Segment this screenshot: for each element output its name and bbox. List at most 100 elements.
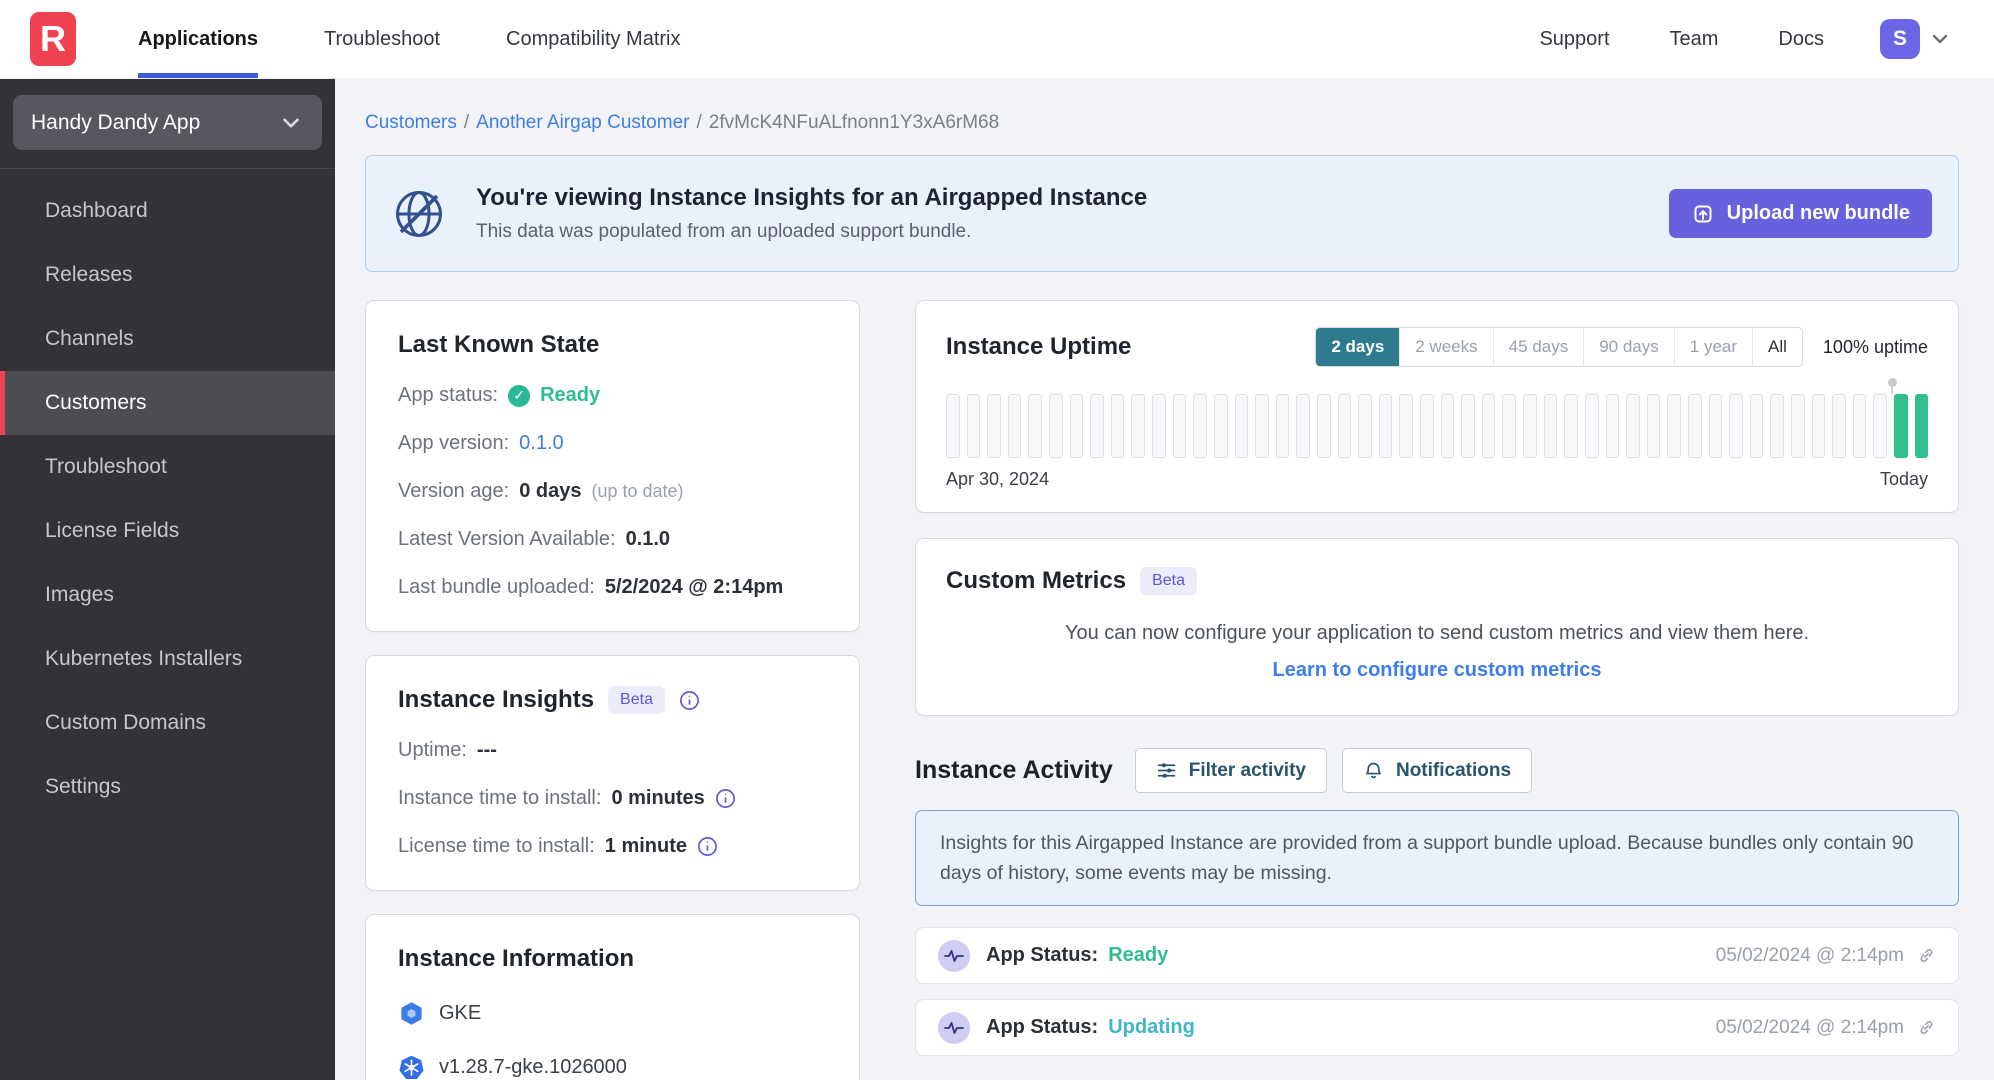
pulse-icon xyxy=(938,939,970,972)
uptime-bar xyxy=(1461,394,1475,458)
uptime-bar xyxy=(1440,394,1455,458)
sidebar-item-settings[interactable]: Settings xyxy=(0,755,335,819)
kubernetes-icon xyxy=(399,1055,424,1079)
instance-activity-header: Instance Activity Filter activity Notifi… xyxy=(915,748,1959,793)
uptime-bars xyxy=(946,378,1929,458)
sidebar-item-license-fields[interactable]: License Fields xyxy=(0,499,335,563)
app-version-link[interactable]: 0.1.0 xyxy=(519,432,563,455)
sidebar-item-dashboard[interactable]: Dashboard xyxy=(0,179,335,243)
nav-support[interactable]: Support xyxy=(1539,28,1609,51)
info-icon[interactable] xyxy=(697,836,718,857)
breadcrumb-customers-link[interactable]: Customers xyxy=(365,112,457,133)
banner-title: You're viewing Instance Insights for an … xyxy=(476,184,1148,211)
uptime-bar xyxy=(1543,394,1558,458)
upload-new-bundle-button[interactable]: Upload new bundle xyxy=(1668,189,1932,238)
upload-button-label: Upload new bundle xyxy=(1726,202,1910,224)
instance-install-value: 0 minutes xyxy=(611,787,705,809)
app-status-value: Ready xyxy=(540,384,601,406)
uptime-bar xyxy=(1420,394,1434,458)
secondary-nav: Support Team Docs S xyxy=(1479,0,1952,78)
uptime-summary: 100% uptime xyxy=(1822,336,1928,357)
event-label: App Status: xyxy=(986,1016,1099,1039)
permalink-icon[interactable] xyxy=(1917,1018,1936,1037)
notifications-button[interactable]: Notifications xyxy=(1341,748,1533,793)
uptime-bar xyxy=(1275,394,1290,458)
uptime-bar xyxy=(1172,394,1187,458)
info-icon[interactable] xyxy=(715,788,736,809)
event-status-value: Ready xyxy=(1108,944,1169,967)
uptime-marker-dot xyxy=(1888,378,1898,394)
uptime-bar xyxy=(1564,394,1578,458)
filter-activity-button[interactable]: Filter activity xyxy=(1134,748,1327,793)
uptime-bar xyxy=(1007,394,1022,458)
breadcrumb-separator: / xyxy=(463,112,470,133)
nav-troubleshoot[interactable]: Troubleshoot xyxy=(324,0,440,78)
nav-docs[interactable]: Docs xyxy=(1778,28,1824,51)
configure-custom-metrics-link[interactable]: Learn to configure custom metrics xyxy=(946,659,1928,682)
range-2-days[interactable]: 2 days xyxy=(1316,328,1400,366)
uptime-bar xyxy=(1667,394,1681,458)
breadcrumb: Customers / Another Airgap Customer / 2fvMcK… xyxy=(365,112,1959,134)
k8s-version-value: v1.28.7-gke.1026000 xyxy=(439,1056,627,1078)
range-all[interactable]: All xyxy=(1752,328,1802,366)
upload-bundle-icon xyxy=(1694,205,1712,222)
avatar[interactable]: S xyxy=(1880,19,1920,59)
breadcrumb-current-id: 2fvMcK4NFuALfnonn1Y3xA6rM68 xyxy=(708,112,1000,133)
globe-slash-icon xyxy=(396,190,442,237)
last-bundle-label: Last bundle uploaded: xyxy=(398,576,595,598)
sidebar-item-custom-domains[interactable]: Custom Domains xyxy=(0,691,335,755)
sidebar-item-images[interactable]: Images xyxy=(0,563,335,627)
uptime-bar xyxy=(1337,394,1352,458)
breadcrumb-customer-link[interactable]: Another Airgap Customer xyxy=(476,112,689,133)
uptime-bar xyxy=(1502,394,1517,458)
latest-version-label: Latest Version Available: xyxy=(398,528,616,550)
replicated-logo[interactable]: R xyxy=(30,12,76,66)
nav-compatibility-matrix[interactable]: Compatibility Matrix xyxy=(506,0,680,78)
uptime-bar xyxy=(1523,394,1537,458)
activity-event-row: App Status: Updating 05/02/2024 @ 2:14pm xyxy=(915,999,1959,1057)
instance-uptime-title: Instance Uptime xyxy=(946,333,1132,360)
nav-team[interactable]: Team xyxy=(1670,28,1719,51)
sidebar-item-channels[interactable]: Channels xyxy=(0,307,335,371)
uptime-bar xyxy=(966,394,981,458)
uptime-bar xyxy=(1049,394,1063,458)
custom-metrics-description: You can now configure your application t… xyxy=(1064,622,1810,644)
instance-insights-card: Instance Insights Beta Uptime: --- Insta… xyxy=(365,655,860,891)
sidebar-item-releases[interactable]: Releases xyxy=(0,243,335,307)
app-selector-dropdown[interactable]: Handy Dandy App xyxy=(13,95,322,150)
nav-applications[interactable]: Applications xyxy=(138,0,259,78)
uptime-bar xyxy=(1131,394,1146,458)
uptime-bar xyxy=(1832,394,1846,458)
beta-badge: Beta xyxy=(608,686,665,714)
uptime-bar xyxy=(1110,394,1125,458)
uptime-bar xyxy=(1873,394,1888,458)
instance-information-card: Instance Information GKE v1.28.7-gke.102… xyxy=(365,914,860,1080)
distribution-value: GKE xyxy=(439,1002,482,1024)
uptime-bar xyxy=(946,394,960,458)
filter-activity-label: Filter activity xyxy=(1188,759,1306,781)
uptime-bar xyxy=(987,394,1001,458)
uptime-bar xyxy=(1646,394,1661,458)
instance-install-label: Instance time to install: xyxy=(398,787,602,809)
range-1-year[interactable]: 1 year xyxy=(1673,328,1752,366)
range-45-days[interactable]: 45 days xyxy=(1492,328,1584,366)
sidebar-item-troubleshoot[interactable]: Troubleshoot xyxy=(0,435,335,499)
permalink-icon[interactable] xyxy=(1917,946,1936,965)
uptime-range-selector: 2 days 2 weeks 45 days 90 days 1 year Al… xyxy=(1315,327,1803,367)
gke-icon xyxy=(401,1002,422,1025)
notifications-label: Notifications xyxy=(1395,759,1512,781)
app-status-label: App status: xyxy=(398,384,499,406)
range-90-days[interactable]: 90 days xyxy=(1583,328,1674,366)
sidebar-item-kubernetes-installers[interactable]: Kubernetes Installers xyxy=(0,627,335,691)
activity-events-list: App Status: Ready 05/02/2024 @ 2:14pm Ap… xyxy=(915,927,1959,1057)
uptime-bar xyxy=(1213,394,1228,458)
chevron-down-icon[interactable] xyxy=(1928,27,1952,51)
uptime-value: --- xyxy=(476,739,497,761)
license-install-value: 1 minute xyxy=(604,835,688,857)
info-icon[interactable] xyxy=(679,690,700,711)
uptime-bar xyxy=(1193,394,1207,458)
sidebar-item-customers[interactable]: Customers xyxy=(0,371,335,435)
instance-activity-title: Instance Activity xyxy=(915,756,1113,784)
range-2-weeks[interactable]: 2 weeks xyxy=(1399,328,1492,366)
uptime-bar xyxy=(1811,394,1826,458)
